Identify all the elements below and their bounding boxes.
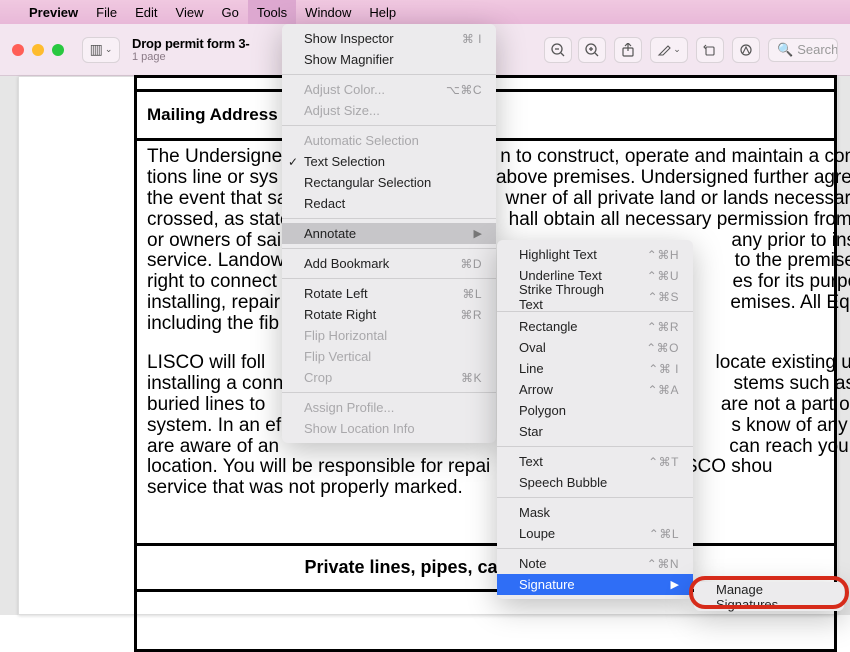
annotate-item-polygon[interactable]: Polygon xyxy=(497,400,693,421)
minimize-button[interactable] xyxy=(32,44,44,56)
chevron-down-icon: ⌄ xyxy=(105,44,113,55)
tools-item-text-selection[interactable]: ✓Text Selection xyxy=(282,151,496,172)
tools-item-show-magnifier[interactable]: Show Magnifier xyxy=(282,49,496,70)
annotate-item-loupe[interactable]: Loupe⌃⌘L xyxy=(497,523,693,544)
tools-item-redact[interactable]: Redact xyxy=(282,193,496,214)
annotate-item-note[interactable]: Note⌃⌘N xyxy=(497,553,693,574)
menubar: Preview File Edit View Go Tools Window H… xyxy=(0,0,850,24)
pencil-icon xyxy=(657,43,671,57)
fullscreen-button[interactable] xyxy=(52,44,64,56)
menubar-go[interactable]: Go xyxy=(212,0,247,24)
tools-item-assign-profile-: Assign Profile... xyxy=(282,397,496,418)
search-placeholder: Search xyxy=(797,42,838,57)
sidebar-button[interactable]: ▥ ⌄ xyxy=(82,37,120,63)
highlight-button[interactable]: ⌄ xyxy=(650,37,688,63)
document-title: Drop permit form 3- xyxy=(132,36,250,51)
tools-item-rotate-left[interactable]: Rotate Left⌘L xyxy=(282,283,496,304)
zoom-out-button[interactable] xyxy=(544,37,572,63)
search-field[interactable]: 🔍 Search xyxy=(768,38,838,62)
traffic-lights xyxy=(12,44,64,56)
tools-item-add-bookmark[interactable]: Add Bookmark⌘D xyxy=(282,253,496,274)
markup-icon xyxy=(739,43,753,57)
menubar-app[interactable]: Preview xyxy=(20,0,87,24)
annotate-item-line[interactable]: Line⌃⌘ I xyxy=(497,358,693,379)
rotate-icon xyxy=(703,43,717,57)
annotate-item-star[interactable]: Star xyxy=(497,421,693,442)
markup-button[interactable] xyxy=(732,37,760,63)
tools-menu: Show Inspector⌘ IShow Magnifier Adjust Co… xyxy=(282,24,496,443)
annotate-submenu: Highlight Text⌃⌘HUnderline Text⌃⌘UStrike… xyxy=(497,240,693,599)
signature-submenu: Manage Signatures... xyxy=(694,582,844,611)
tools-item-crop: Crop⌘K xyxy=(282,367,496,388)
tools-item-adjust-size-: Adjust Size... xyxy=(282,100,496,121)
tools-item-adjust-color-: Adjust Color...⌥⌘C xyxy=(282,79,496,100)
menubar-edit[interactable]: Edit xyxy=(126,0,166,24)
share-button[interactable] xyxy=(614,37,642,63)
menubar-tools[interactable]: Tools xyxy=(248,0,296,24)
tools-item-flip-vertical: Flip Vertical xyxy=(282,346,496,367)
annotate-item-highlight-text[interactable]: Highlight Text⌃⌘H xyxy=(497,244,693,265)
zoom-in-button[interactable] xyxy=(578,37,606,63)
tools-item-annotate[interactable]: Annotate▶ xyxy=(282,223,496,244)
menubar-view[interactable]: View xyxy=(167,0,213,24)
annotate-item-strike-through-text[interactable]: Strike Through Text⌃⌘S xyxy=(497,286,693,307)
menubar-file[interactable]: File xyxy=(87,0,126,24)
close-button[interactable] xyxy=(12,44,24,56)
manage-signatures-item[interactable]: Manage Signatures... xyxy=(694,586,844,607)
search-icon: 🔍 xyxy=(777,42,793,58)
tools-item-rectangular-selection[interactable]: Rectangular Selection xyxy=(282,172,496,193)
menubar-window[interactable]: Window xyxy=(296,0,360,24)
tools-item-automatic-selection: Automatic Selection xyxy=(282,130,496,151)
chevron-down-icon: ⌄ xyxy=(673,44,681,55)
tools-item-show-location-info: Show Location Info xyxy=(282,418,496,439)
annotate-item-signature[interactable]: Signature▶ xyxy=(497,574,693,595)
tools-item-flip-horizontal: Flip Horizontal xyxy=(282,325,496,346)
menubar-help[interactable]: Help xyxy=(360,0,405,24)
rotate-button[interactable] xyxy=(696,37,724,63)
sidebar-icon: ▥ xyxy=(90,41,103,58)
title-area: Drop permit form 3- 1 page xyxy=(132,36,250,63)
annotate-item-text[interactable]: Text⌃⌘T xyxy=(497,451,693,472)
annotate-item-speech-bubble[interactable]: Speech Bubble xyxy=(497,472,693,493)
annotate-item-arrow[interactable]: Arrow⌃⌘A xyxy=(497,379,693,400)
annotate-item-mask[interactable]: Mask xyxy=(497,502,693,523)
tools-item-rotate-right[interactable]: Rotate Right⌘R xyxy=(282,304,496,325)
annotate-item-rectangle[interactable]: Rectangle⌃⌘R xyxy=(497,316,693,337)
tools-item-show-inspector[interactable]: Show Inspector⌘ I xyxy=(282,28,496,49)
annotate-item-oval[interactable]: Oval⌃⌘O xyxy=(497,337,693,358)
document-subtitle: 1 page xyxy=(132,51,250,63)
